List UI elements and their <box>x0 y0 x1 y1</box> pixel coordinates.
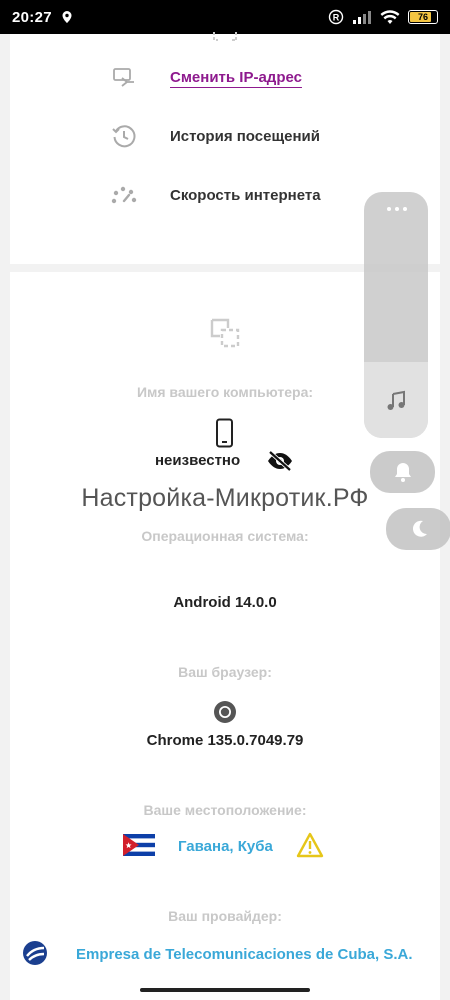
computer-frame-icon <box>210 318 240 348</box>
moon-icon <box>412 520 427 537</box>
computer-name-value: неизвестно <box>155 452 241 469</box>
frame-icon-partial <box>213 32 237 41</box>
cuba-flag-icon <box>123 834 155 856</box>
battery-icon: 76 <box>408 10 438 24</box>
provider-value: Empresa de Telecomunicaciones de Cuba, S… <box>76 946 413 963</box>
menu-item-history[interactable]: История посещений <box>10 116 440 156</box>
speedometer-icon <box>110 181 138 209</box>
registered-icon: R <box>328 9 344 25</box>
bell-button[interactable] <box>370 451 435 493</box>
os-label: Операционная система: <box>141 528 309 544</box>
battery-level: 76 <box>417 12 428 22</box>
bell-icon <box>394 463 411 482</box>
location-value: Гавана, Куба <box>178 838 273 855</box>
speed-label[interactable]: Скорость интернета <box>170 187 321 204</box>
home-indicator[interactable] <box>140 988 310 992</box>
change-ip-link[interactable]: Сменить IP-адрес <box>170 69 302 86</box>
location-pin-icon <box>62 11 72 23</box>
more-dots-icon[interactable] <box>386 206 408 212</box>
dark-mode-button[interactable] <box>386 508 450 550</box>
eye-off-icon[interactable] <box>266 450 294 472</box>
status-time: 20:27 <box>12 8 52 26</box>
browser-label: Ваш браузер: <box>178 664 272 680</box>
history-label[interactable]: История посещений <box>170 128 320 145</box>
warning-icon[interactable] <box>296 832 324 858</box>
provider-label: Ваш провайдер: <box>168 908 282 924</box>
volume-overlay-panel[interactable] <box>364 192 428 438</box>
phone-icon <box>216 418 233 448</box>
os-value: Android 14.0.0 <box>173 594 277 611</box>
browser-value: Chrome 135.0.7049.79 <box>146 732 304 749</box>
volume-level-fill[interactable] <box>364 362 428 438</box>
provider-logo-icon <box>23 941 47 965</box>
history-icon <box>110 122 138 150</box>
chrome-icon <box>214 701 236 723</box>
svg-text:R: R <box>333 13 340 23</box>
music-note-icon <box>387 390 405 410</box>
signal-icon <box>353 11 371 24</box>
wifi-icon <box>380 9 400 24</box>
status-bar: 20:27 R 76 <box>0 0 450 34</box>
menu-item-change-ip[interactable]: Сменить IP-адрес <box>10 57 440 97</box>
location-label: Ваше местоположение: <box>143 802 307 818</box>
change-ip-icon <box>110 63 138 91</box>
